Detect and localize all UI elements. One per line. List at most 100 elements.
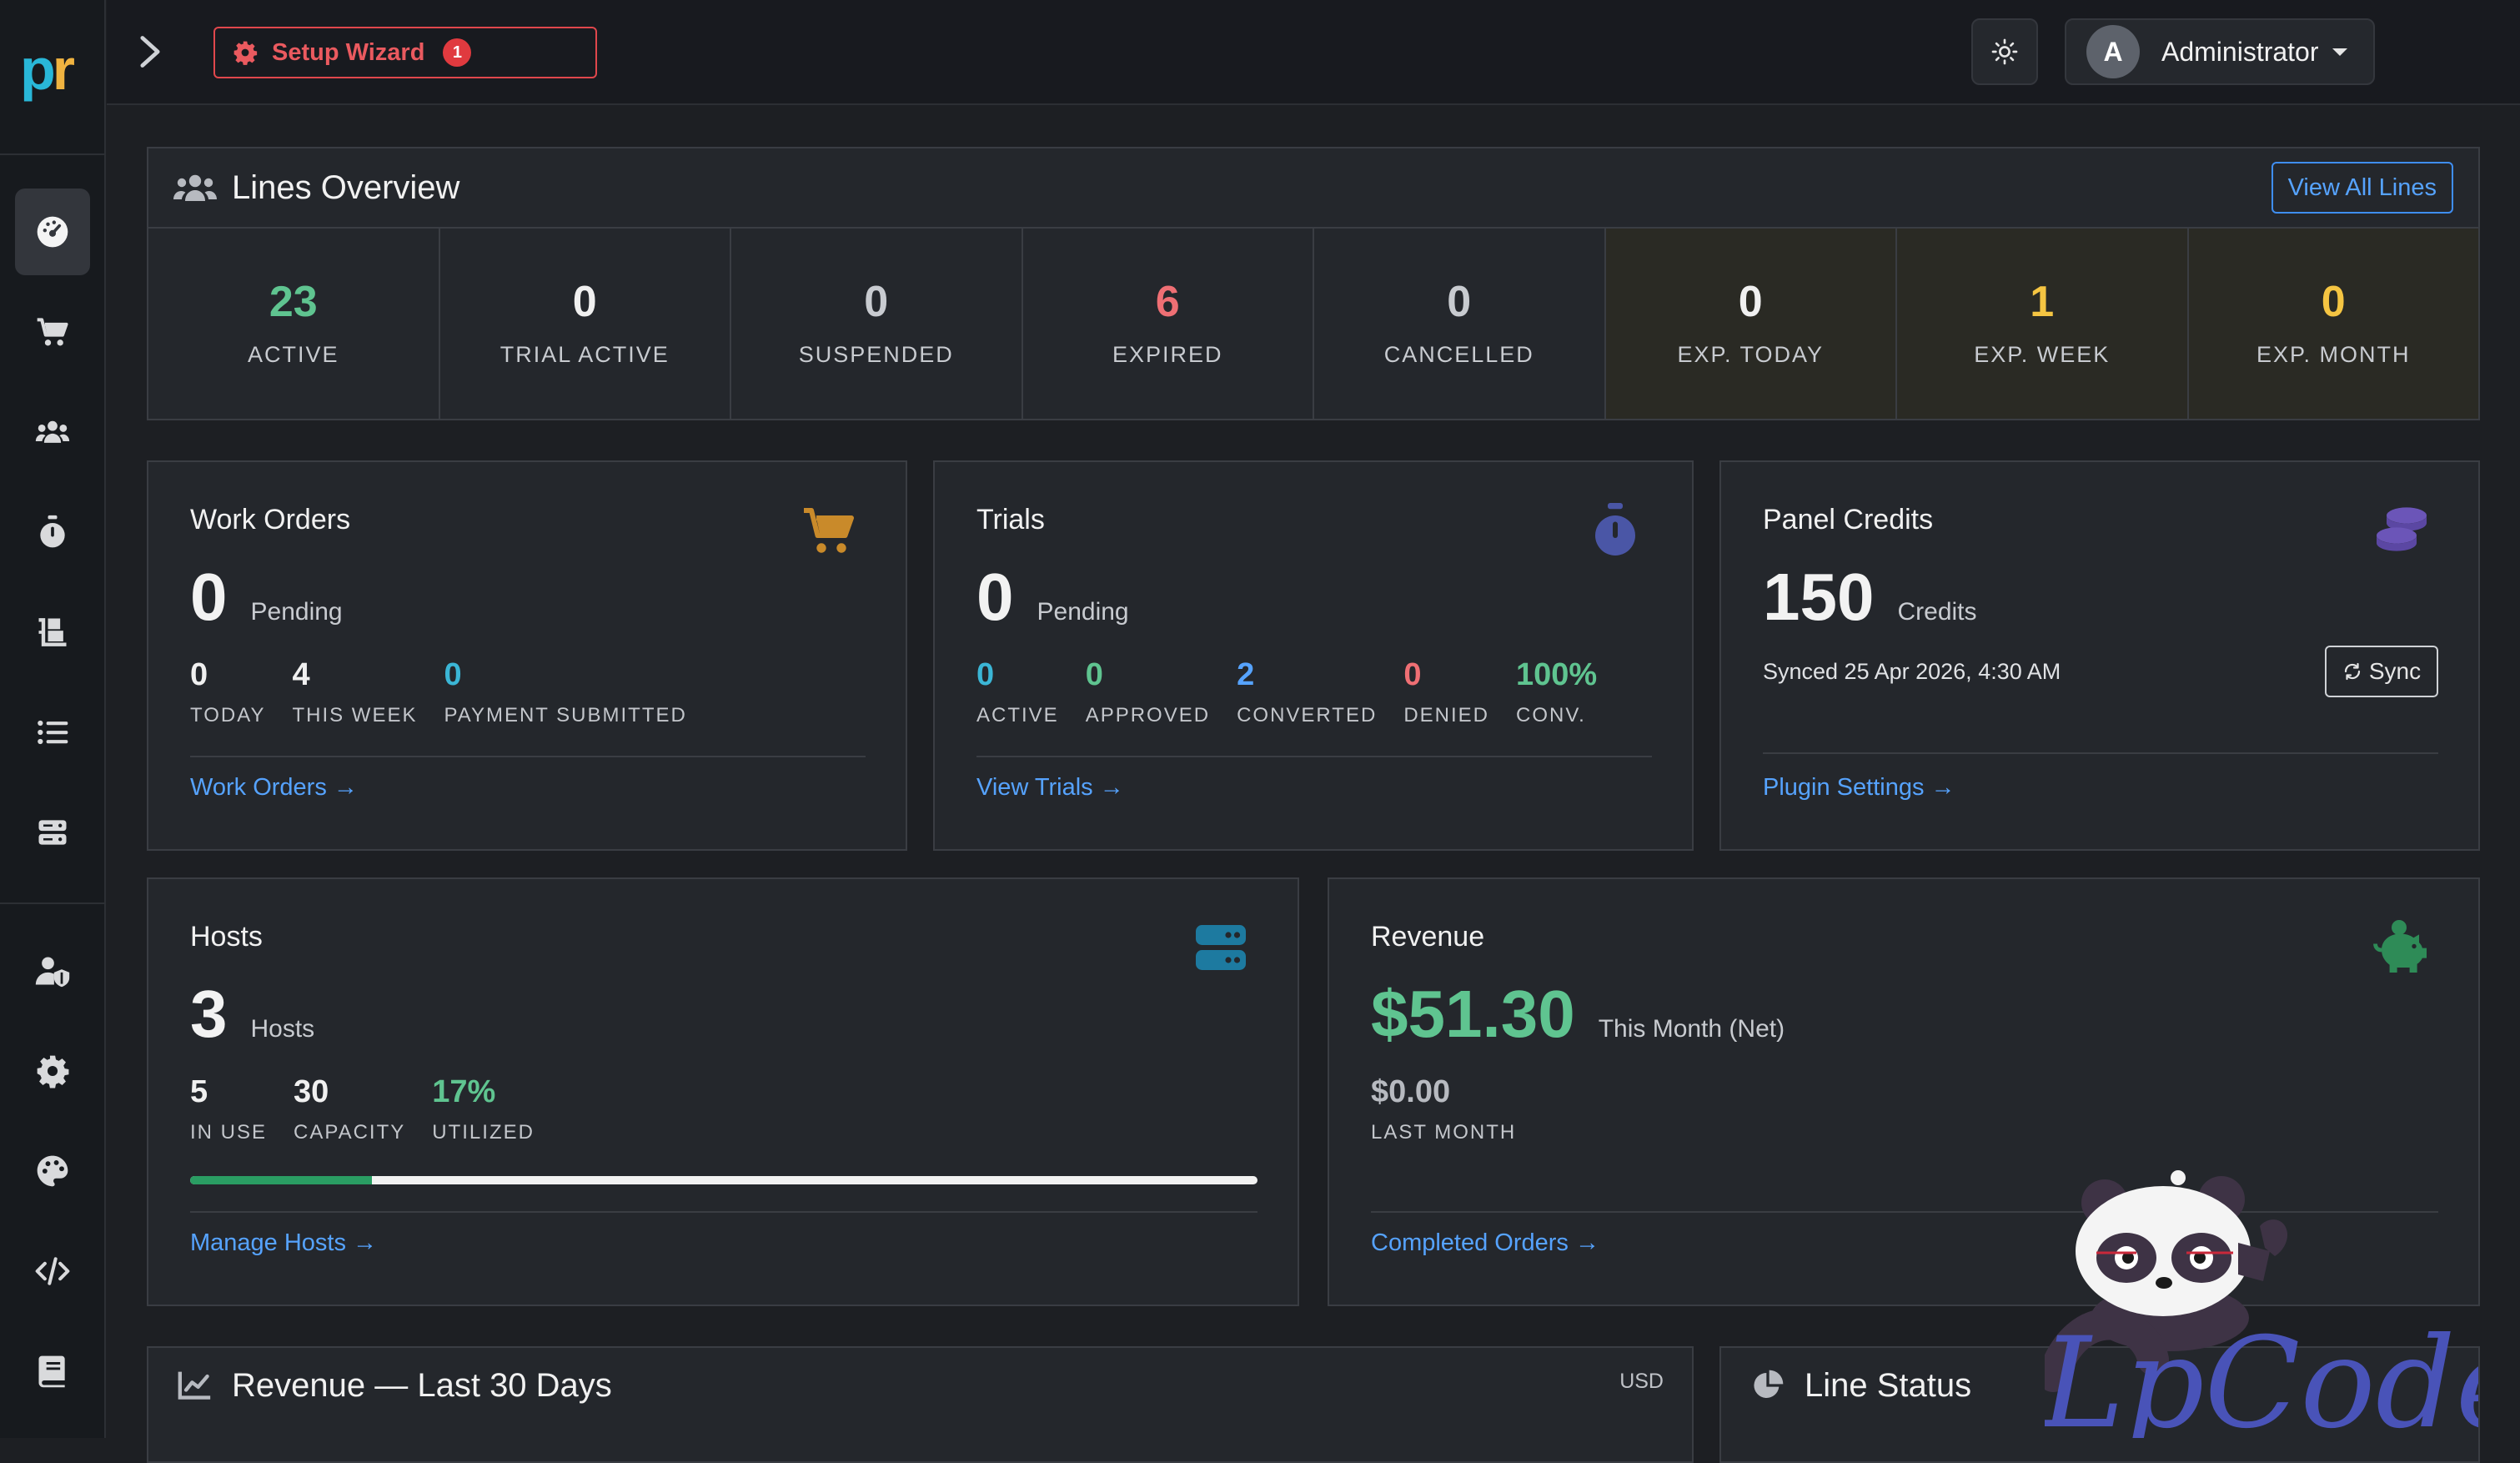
hosts-utilization-bar [190,1176,1257,1184]
code-icon [35,1257,70,1285]
users-icon [173,174,217,201]
app-logo[interactable]: pr [20,40,75,98]
hosts-value: 3 [190,977,228,1051]
stat-exp-month: 0 EXP. MONTH [2188,229,2478,419]
book-icon [38,1355,65,1388]
sidebar-divider [0,153,106,155]
view-trials-link[interactable]: View Trials → [976,774,1124,802]
work-orders-value: 0 [190,560,228,634]
divider [190,756,866,757]
plugin-settings-link[interactable]: Plugin Settings → [1763,774,1955,802]
sub-stat-value: 100% [1516,657,1598,692]
sidebar-item-docs[interactable] [15,1328,90,1415]
sidebar-item-settings[interactable] [15,1028,90,1114]
hosts-title: Hosts [190,921,263,953]
trials-subs: 0 ACTIVE 0 APPROVED 2 CONVERTED 0 DENIED 100% CON… [976,659,1624,727]
line-status-title: Line Status [1805,1366,1972,1404]
stopwatch-icon [1595,503,1635,556]
view-all-lines-button[interactable]: View All Lines [2271,162,2453,214]
work-orders-title: Work Orders [190,504,351,535]
hosts-unit: Hosts [250,1015,315,1043]
revenue-this-month: $51.30 This Month (Net) [1371,981,1785,1048]
sub-stat-label: ACTIVE [976,704,1059,726]
theme-toggle-button[interactable] [1971,18,2038,85]
users-icon [35,420,70,443]
sidebar-toggle-chevron-icon[interactable] [133,33,167,70]
sub-stat-label: CAPACITY [294,1121,406,1144]
sub-stat-label: THIS WEEK [292,704,418,726]
hosts-utilization-fill [190,1176,372,1184]
revenue-30-header: Revenue — Last 30 Days USD [148,1348,1692,1423]
user-name: Administrator [2161,36,2319,67]
sidebar-item-users[interactable] [15,389,90,475]
user-menu-button[interactable]: A Administrator [2065,18,2375,85]
list-icon [38,720,68,745]
manage-hosts-link[interactable]: Manage Hosts → [190,1229,377,1257]
sidebar-item-hosts[interactable] [15,789,90,876]
coins-icon [2377,507,2427,551]
stat-label: EXP. TODAY [1677,341,1825,367]
sub-stat-label: UTILIZED [432,1121,535,1144]
sub-stat-label: IN USE [190,1121,268,1144]
panel-credits-value-row: 150 Credits [1763,564,1977,631]
sidebar-item-dashboard[interactable] [15,189,90,275]
sidebar-item-orders[interactable] [15,289,90,375]
lpcodes-watermark-logo: LpCodes [2045,1170,2478,1438]
dolly-icon [38,618,67,646]
revenue-value: $51.30 [1371,977,1575,1051]
stat-label: CANCELLED [1383,341,1534,367]
revenue-last-label: LAST MONTH [1371,1121,1517,1144]
sidebar: pr [0,0,106,1438]
stat-value: 1 [2030,277,2055,326]
lines-overview-header: Lines Overview View All Lines [148,148,2478,229]
stat-expired: 6 EXPIRED [1023,229,1314,419]
palette-icon [37,1155,68,1187]
stat-value: 0 [572,277,597,326]
refresh-icon [2344,662,2360,681]
stat-exp-today: 0 EXP. TODAY [1605,229,1897,419]
sync-label: Sync [2368,658,2422,684]
sub-stat-today: 0 TODAY [190,659,265,727]
trials-card: Trials 0 Pending 0 ACTIVE 0 APPROVED 2 CONVER… [933,460,1694,851]
sidebar-item-api[interactable] [15,1228,90,1315]
cart-icon [37,318,68,346]
panel-credits-value: 150 [1763,560,1875,634]
hosts-count: 3 Hosts [190,981,314,1048]
sub-stat-label: PAYMENT SUBMITTED [444,704,687,726]
server-icon [38,820,67,845]
work-orders-link[interactable]: Work Orders → [190,774,358,802]
caret-down-icon [2332,48,2347,56]
sidebar-item-themes[interactable] [15,1128,90,1214]
sidebar-item-inventory[interactable] [15,589,90,676]
completed-orders-link[interactable]: Completed Orders → [1371,1229,1599,1257]
stopwatch-icon [40,515,65,548]
trials-title: Trials [976,504,1045,535]
sync-button[interactable]: Sync [2325,646,2438,697]
sub-stat-value: 0 [1085,657,1103,692]
sub-stat-value: 30 [294,1074,329,1109]
sidebar-item-lines[interactable] [15,689,90,776]
sub-stat-this-week: 4 THIS WEEK [292,659,417,727]
sidebar-item-trials[interactable] [15,489,90,576]
stat-cancelled: 0 CANCELLED [1314,229,1606,419]
divider [190,1211,1257,1213]
topbar: Setup Wizard 1 A Administrator [107,0,2520,105]
trials-value: 0 [976,560,1014,634]
revenue-last-value: $0.00 [1371,1074,1451,1109]
sub-stat-denied: 0 DENIED [1403,659,1489,727]
revenue-30-title: Revenue — Last 30 Days [232,1366,612,1404]
sidebar-item-admins[interactable] [15,928,90,1014]
lines-overview-card: Lines Overview View All Lines 23 ACTIVE 0 T… [147,147,2480,420]
sub-stat-payment-submitted: 0 PAYMENT SUBMITTED [444,659,686,727]
avatar: A [2086,25,2140,78]
sub-stat-value: 4 [292,657,310,692]
cart-icon [804,508,854,553]
setup-wizard-button[interactable]: Setup Wizard 1 [213,27,597,78]
stat-label: EXP. MONTH [2256,341,2411,367]
setup-wizard-badge: 1 [443,38,472,67]
sub-stat-conv: 100% CONV. [1516,659,1597,727]
panel-credits-card: Panel Credits 150 Credits Synced 25 Apr … [1719,460,2480,851]
sub-stat-label: APPROVED [1085,704,1211,726]
revenue-last-month: $0.00 LAST MONTH [1371,1076,1516,1144]
sub-stat-approved: 0 APPROVED [1086,659,1210,727]
